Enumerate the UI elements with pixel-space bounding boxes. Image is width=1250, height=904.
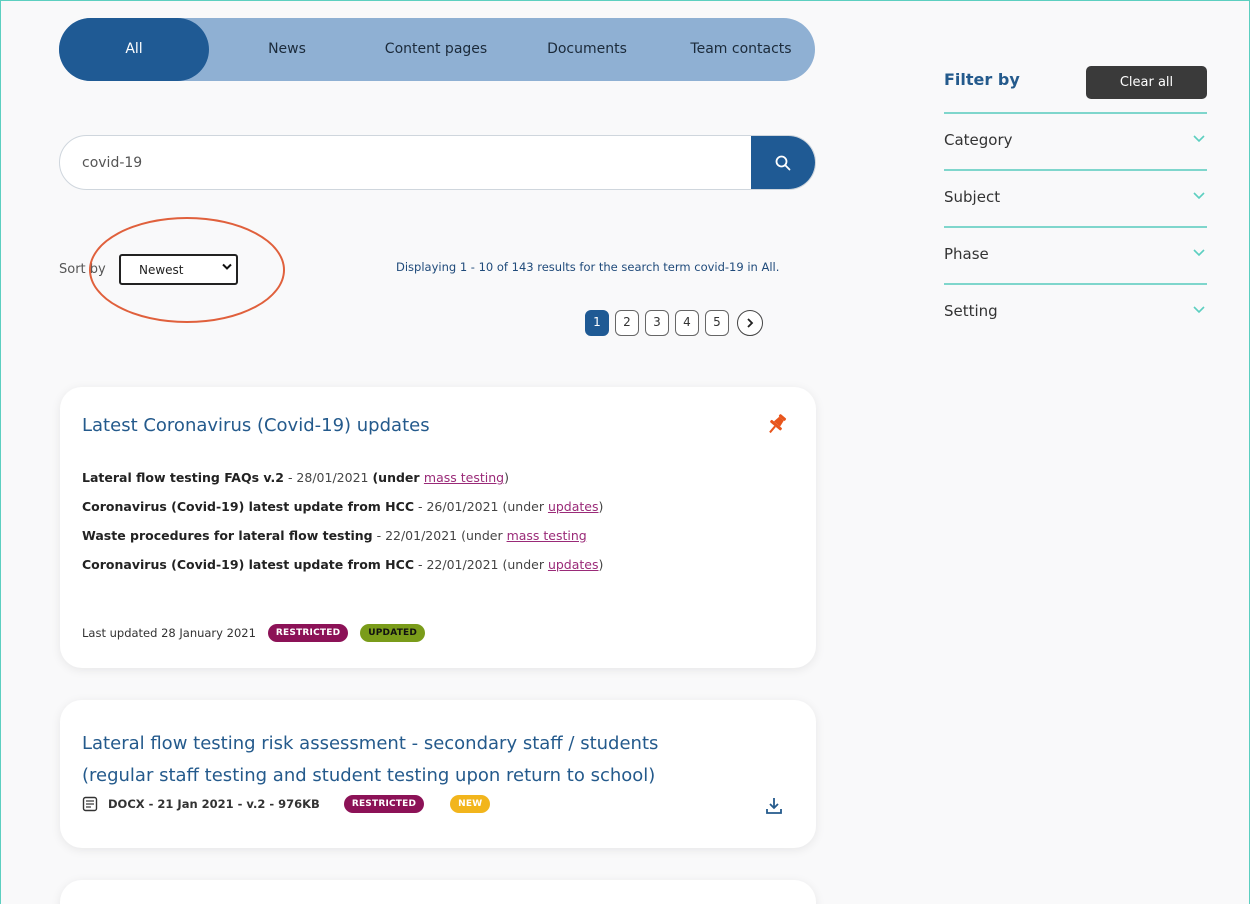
window-frame (0, 0, 1250, 904)
